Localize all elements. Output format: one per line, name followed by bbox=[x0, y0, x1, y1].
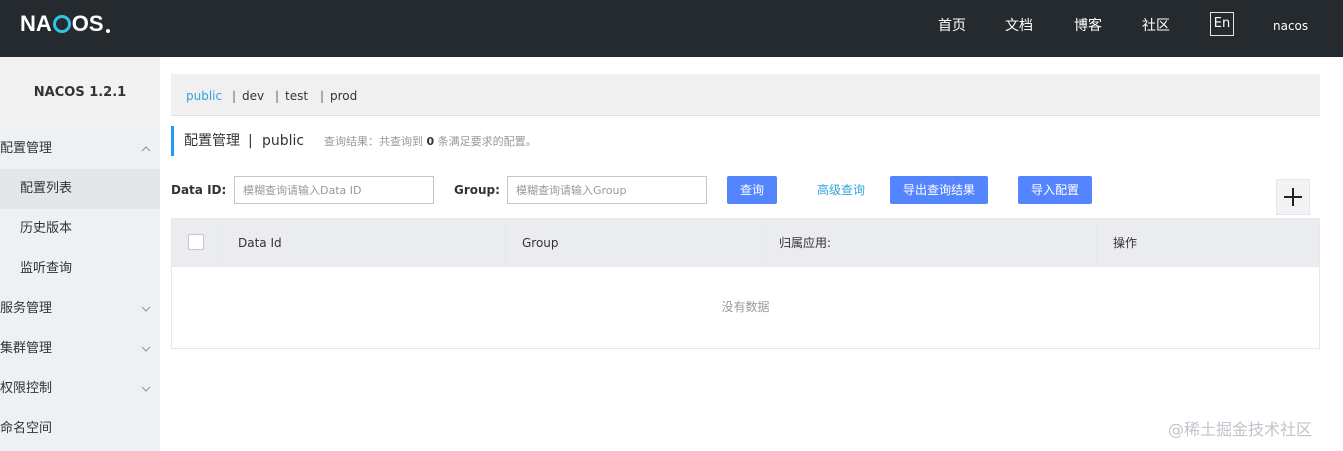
namespace-separator: | bbox=[320, 89, 325, 103]
chevron-up-icon bbox=[140, 129, 152, 169]
add-config-button[interactable] bbox=[1276, 179, 1310, 215]
sidebar-item-config-management[interactable]: 配置管理 bbox=[0, 129, 160, 169]
advanced-query-link[interactable]: 高级查询 bbox=[817, 182, 865, 198]
logo-dot-icon bbox=[105, 29, 110, 33]
query-result-count: 0 bbox=[426, 135, 435, 148]
user-name[interactable]: nacos bbox=[1273, 17, 1308, 35]
sidebar-item-label: 配置列表 bbox=[20, 181, 73, 196]
group-label: Group: bbox=[454, 183, 500, 197]
title-separator: | bbox=[248, 133, 253, 149]
sidebar-item-cluster-management[interactable]: 集群管理 bbox=[0, 329, 160, 369]
namespace-separator: | bbox=[275, 89, 280, 103]
sidebar-item-label: 历史版本 bbox=[20, 221, 73, 236]
namespace-dev[interactable]: dev bbox=[242, 88, 264, 104]
data-id-label: Data ID: bbox=[171, 183, 227, 197]
nacos-logo[interactable]: NA OS bbox=[20, 11, 110, 36]
sidebar-item-history[interactable]: 历史版本 bbox=[0, 209, 160, 249]
chevron-down-icon bbox=[140, 289, 152, 329]
config-table: Data Id Group 归属应用: 操作 没有数据 bbox=[171, 218, 1320, 349]
logo-text-start: NA bbox=[20, 11, 52, 36]
data-id-input[interactable] bbox=[234, 176, 434, 204]
sidebar: NACOS 1.2.1 配置管理 配置列表 历史版本 监听查询 服务管理 集群管… bbox=[0, 57, 160, 451]
sidebar-item-access-control[interactable]: 权限控制 bbox=[0, 369, 160, 409]
title-accent-bar bbox=[171, 126, 174, 156]
sidebar-item-label: 服务管理 bbox=[0, 301, 53, 316]
column-operations: 操作 bbox=[1113, 236, 1138, 250]
watermark: @稀土掘金技术社区 bbox=[1168, 420, 1313, 439]
search-button[interactable]: 查询 bbox=[727, 176, 777, 204]
plus-icon bbox=[1284, 188, 1302, 206]
chevron-down-icon bbox=[140, 329, 152, 369]
logo-ring-icon bbox=[52, 15, 71, 33]
namespace-prod[interactable]: prod bbox=[330, 88, 357, 104]
sidebar-item-label: 权限控制 bbox=[0, 381, 53, 396]
nav-blog[interactable]: 博客 bbox=[1074, 16, 1102, 36]
sidebar-item-label: 配置管理 bbox=[0, 141, 53, 156]
column-group[interactable]: Group bbox=[506, 219, 763, 267]
sidebar-version: NACOS 1.2.1 bbox=[0, 57, 160, 127]
sidebar-item-service-management[interactable]: 服务管理 bbox=[0, 289, 160, 329]
sidebar-item-namespace[interactable]: 命名空间 bbox=[0, 409, 160, 449]
select-all-checkbox[interactable] bbox=[188, 234, 204, 250]
group-input[interactable] bbox=[507, 176, 707, 204]
sidebar-item-label: 命名空间 bbox=[0, 421, 53, 436]
namespace-public[interactable]: public bbox=[186, 88, 222, 104]
sidebar-item-listener-query[interactable]: 监听查询 bbox=[0, 249, 160, 289]
query-result-text: 查询结果：共查询到 0 条满足要求的配置。 bbox=[324, 135, 537, 148]
language-toggle-button[interactable]: En bbox=[1210, 12, 1234, 36]
namespace-bar: public | dev | test | prod bbox=[171, 74, 1320, 116]
chevron-down-icon bbox=[140, 369, 152, 409]
logo-text-end: OS bbox=[71, 11, 104, 36]
sidebar-item-label: 监听查询 bbox=[20, 261, 73, 276]
page-title: 配置管理 bbox=[184, 133, 240, 149]
nav-community[interactable]: 社区 bbox=[1142, 16, 1170, 36]
select-all-cell bbox=[172, 219, 222, 267]
sidebar-item-label: 集群管理 bbox=[0, 341, 53, 356]
table-header: Data Id Group 归属应用: 操作 bbox=[172, 219, 1319, 267]
sidebar-item-config-list[interactable]: 配置列表 bbox=[0, 169, 160, 209]
export-button[interactable]: 导出查询结果 bbox=[890, 176, 988, 204]
import-button[interactable]: 导入配置 bbox=[1018, 176, 1092, 204]
empty-state: 没有数据 bbox=[721, 300, 770, 314]
column-app[interactable]: 归属应用: bbox=[763, 219, 1097, 267]
nav-home[interactable]: 首页 bbox=[938, 16, 966, 36]
page-namespace: public bbox=[262, 133, 305, 149]
column-data-id[interactable]: Data Id bbox=[222, 219, 506, 267]
namespace-test[interactable]: test bbox=[285, 88, 308, 104]
nav-docs[interactable]: 文档 bbox=[1005, 16, 1033, 36]
top-navbar: NA OS 首页 文档 博客 社区 En nacos bbox=[0, 0, 1343, 57]
namespace-separator: | bbox=[232, 89, 237, 103]
